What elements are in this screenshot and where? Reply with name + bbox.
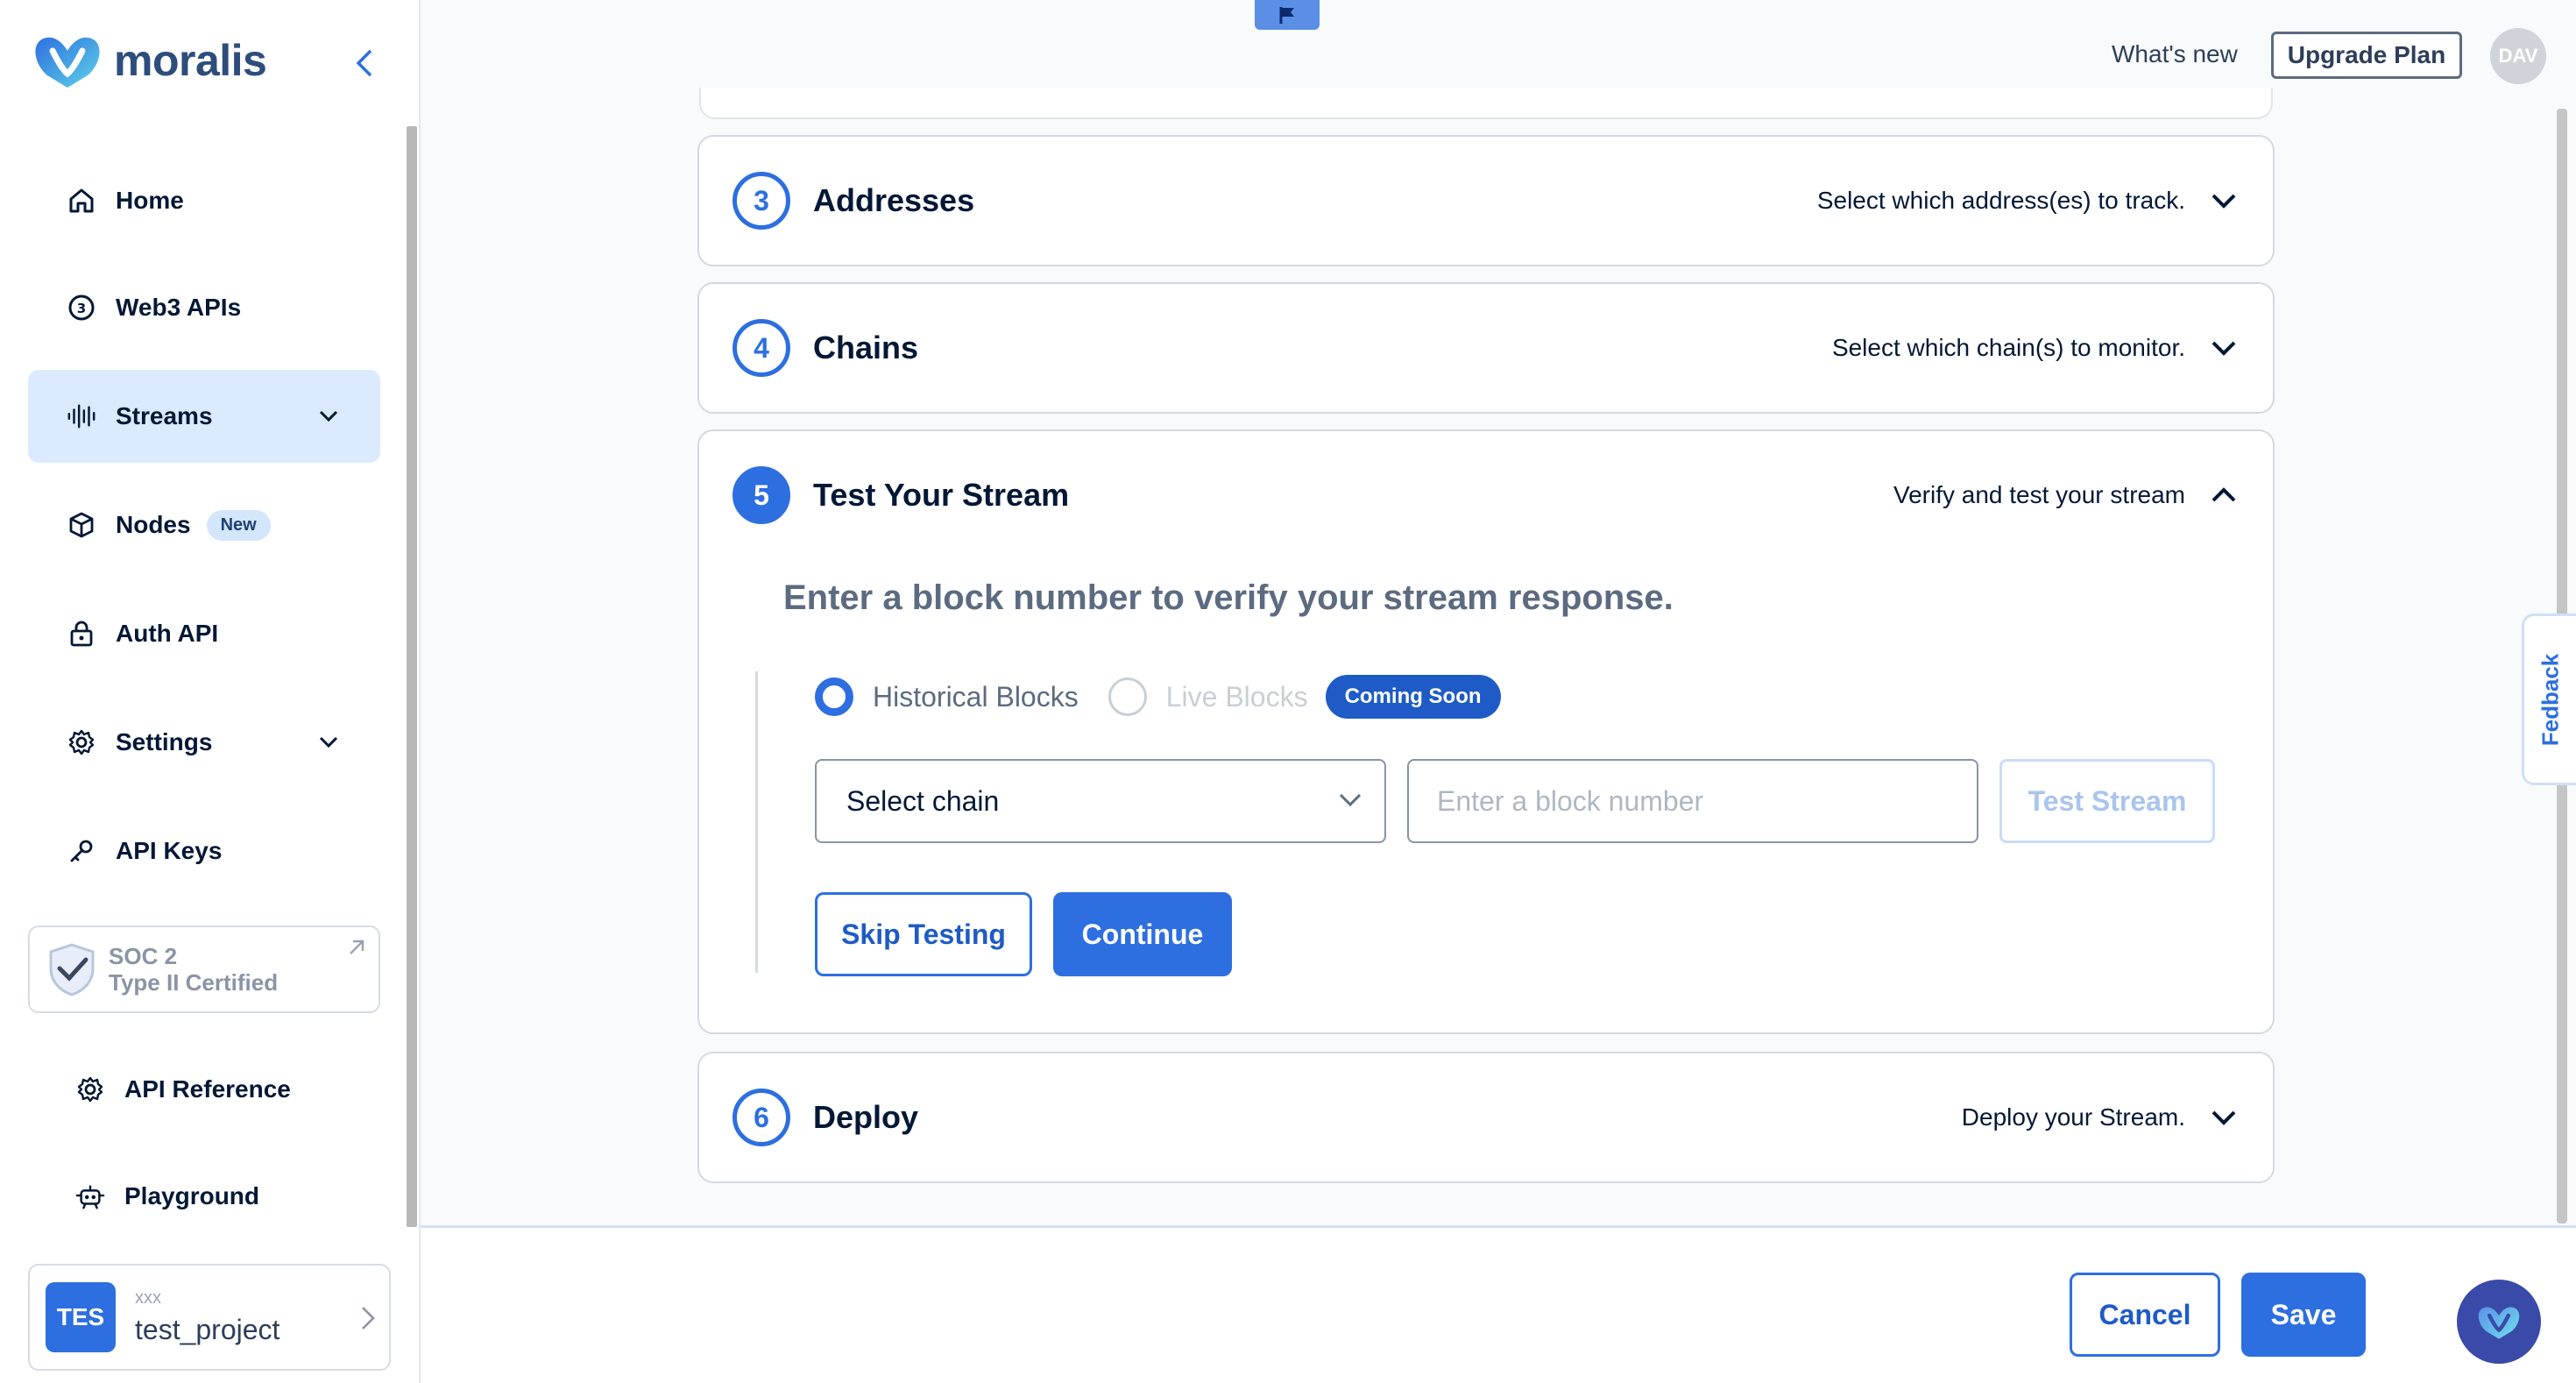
moralis-heart-logo-icon — [2478, 1307, 2520, 1339]
chevron-down-icon — [2212, 341, 2236, 356]
sidebar-item-settings[interactable]: Settings — [28, 696, 380, 789]
step-title: Addresses — [813, 182, 975, 218]
moralis-heart-logo-icon — [35, 37, 100, 88]
flag-icon — [1279, 7, 1294, 24]
brand-logo[interactable]: moralis — [33, 32, 267, 89]
historical-blocks-radio[interactable] — [815, 677, 853, 716]
chevron-down-icon — [319, 736, 338, 748]
live-blocks-label[interactable]: Live Blocks — [1166, 681, 1308, 713]
project-org-label: xxx — [135, 1288, 161, 1308]
chevron-down-icon — [1339, 793, 1362, 807]
chevron-left-icon — [356, 49, 372, 77]
sidebar-item-api-keys[interactable]: API Keys — [28, 805, 380, 897]
save-button[interactable]: Save — [2241, 1273, 2366, 1357]
sidebar-item-label: Nodes — [116, 511, 191, 538]
project-name: test_project — [135, 1314, 280, 1345]
test-stream-button[interactable]: Test Stream — [1999, 759, 2215, 843]
block-type-radio-group: Historical Blocks Live Blocks Coming Soo… — [815, 675, 1501, 719]
step-header-test-stream[interactable]: 5 Test Your Stream Verify and test your … — [732, 465, 2240, 526]
robot-icon — [75, 1181, 105, 1211]
coin-icon: 3 — [67, 293, 96, 323]
sidebar-scrollbar[interactable] — [407, 126, 417, 1227]
whats-new-link[interactable]: What's new — [2112, 40, 2238, 68]
soc2-sublabel: Type II Certified — [109, 969, 279, 996]
step-card-addresses: 3 Addresses Select which address(es) to … — [697, 135, 2275, 266]
support-chat-button[interactable] — [2457, 1280, 2541, 1364]
project-avatar: TES — [46, 1282, 116, 1352]
sidebar: moralis Home 3 Web3 APIs Streams Nodes N… — [0, 0, 421, 1383]
sidebar-item-auth-api[interactable]: Auth API — [28, 587, 380, 680]
upgrade-plan-button[interactable]: Upgrade Plan — [2271, 32, 2462, 79]
shield-check-icon — [49, 943, 95, 996]
waveform-icon — [67, 401, 96, 431]
sidebar-item-label: Web3 APIs — [116, 294, 242, 321]
step-number: 4 — [732, 319, 790, 377]
step-description: Verify and test your stream — [1893, 481, 2185, 508]
step-title: Chains — [813, 330, 919, 365]
cancel-button[interactable]: Cancel — [2070, 1273, 2220, 1357]
live-blocks-radio[interactable] — [1108, 677, 1147, 716]
soc2-label: SOC 2 — [109, 943, 178, 969]
sidebar-item-label: API Reference — [124, 1075, 291, 1103]
new-badge: New — [206, 509, 271, 541]
brand-name: moralis — [114, 36, 267, 85]
chevron-down-icon — [2212, 194, 2236, 209]
step-card-deploy: 6 Deploy Deploy your Stream. — [697, 1052, 2275, 1183]
step-card-chains: 4 Chains Select which chain(s) to monito… — [697, 282, 2275, 414]
step-header-addresses[interactable]: 3 Addresses Select which address(es) to … — [732, 170, 2240, 231]
svg-text:3: 3 — [77, 301, 86, 316]
block-number-input[interactable] — [1407, 759, 1978, 843]
historical-blocks-label[interactable]: Historical Blocks — [873, 681, 1079, 713]
chevron-right-icon — [362, 1307, 375, 1330]
previous-step-card-edge — [699, 88, 2273, 119]
select-chain-dropdown[interactable]: Select chain — [815, 759, 1386, 843]
step-header-deploy[interactable]: 6 Deploy Deploy your Stream. — [732, 1087, 2240, 1148]
sidebar-item-label: Settings — [116, 728, 213, 755]
feedback-tab[interactable]: Fedback — [2522, 613, 2576, 785]
sidebar-item-playground[interactable]: Playground — [28, 1150, 380, 1243]
step-description: Deploy your Stream. — [1961, 1103, 2185, 1131]
gear-icon — [75, 1074, 105, 1104]
step-title: Test Your Stream — [813, 477, 1070, 513]
sidebar-item-label: Home — [116, 187, 184, 214]
step-number: 6 — [732, 1089, 790, 1146]
continue-button[interactable]: Continue — [1053, 892, 1232, 976]
step-number: 5 — [732, 466, 790, 524]
step-header-chains[interactable]: 4 Chains Select which chain(s) to monito… — [732, 317, 2240, 379]
sidebar-item-api-reference[interactable]: API Reference — [28, 1043, 380, 1136]
chevron-down-icon — [319, 410, 338, 422]
gear-icon — [67, 727, 96, 757]
external-link-icon — [350, 940, 364, 954]
chevron-up-icon — [2212, 487, 2236, 502]
key-icon — [67, 836, 96, 866]
step-title: Deploy — [813, 1099, 919, 1135]
sidebar-item-nodes[interactable]: Nodes New — [28, 479, 380, 571]
feedback-label: Fedback — [2537, 653, 2563, 746]
soc2-certification-badge[interactable]: SOC 2 Type II Certified — [28, 926, 380, 1013]
sidebar-item-label: Streams — [116, 402, 213, 429]
home-icon — [67, 186, 96, 216]
sidebar-item-label: Playground — [124, 1182, 260, 1209]
chevron-down-icon — [2212, 1110, 2236, 1125]
step-number: 3 — [732, 172, 790, 230]
select-chain-value: Select chain — [846, 784, 1000, 817]
step-description: Select which address(es) to track. — [1816, 187, 2185, 214]
user-avatar[interactable]: DAV — [2490, 28, 2546, 84]
step-description: Select which chain(s) to monitor. — [1831, 334, 2185, 361]
sidebar-item-label: Auth API — [116, 620, 219, 647]
lock-icon — [67, 619, 96, 649]
sidebar-item-web3-apis[interactable]: 3 Web3 APIs — [28, 261, 380, 354]
sidebar-item-label: API Keys — [116, 837, 223, 864]
section-divider-line — [755, 671, 758, 973]
report-flag-button[interactable] — [1255, 0, 1320, 30]
sidebar-item-streams[interactable]: Streams — [28, 370, 380, 463]
sidebar-item-home[interactable]: Home — [28, 154, 380, 247]
collapse-sidebar-button[interactable] — [347, 44, 382, 82]
project-switcher[interactable]: TES xxx test_project — [28, 1264, 391, 1371]
skip-testing-button[interactable]: Skip Testing — [815, 892, 1032, 976]
coming-soon-badge: Coming Soon — [1325, 675, 1501, 719]
cube-icon — [67, 510, 96, 540]
verify-heading: Enter a block number to verify your stre… — [783, 578, 1674, 617]
step-card-test-stream: 5 Test Your Stream Verify and test your … — [697, 429, 2275, 1034]
